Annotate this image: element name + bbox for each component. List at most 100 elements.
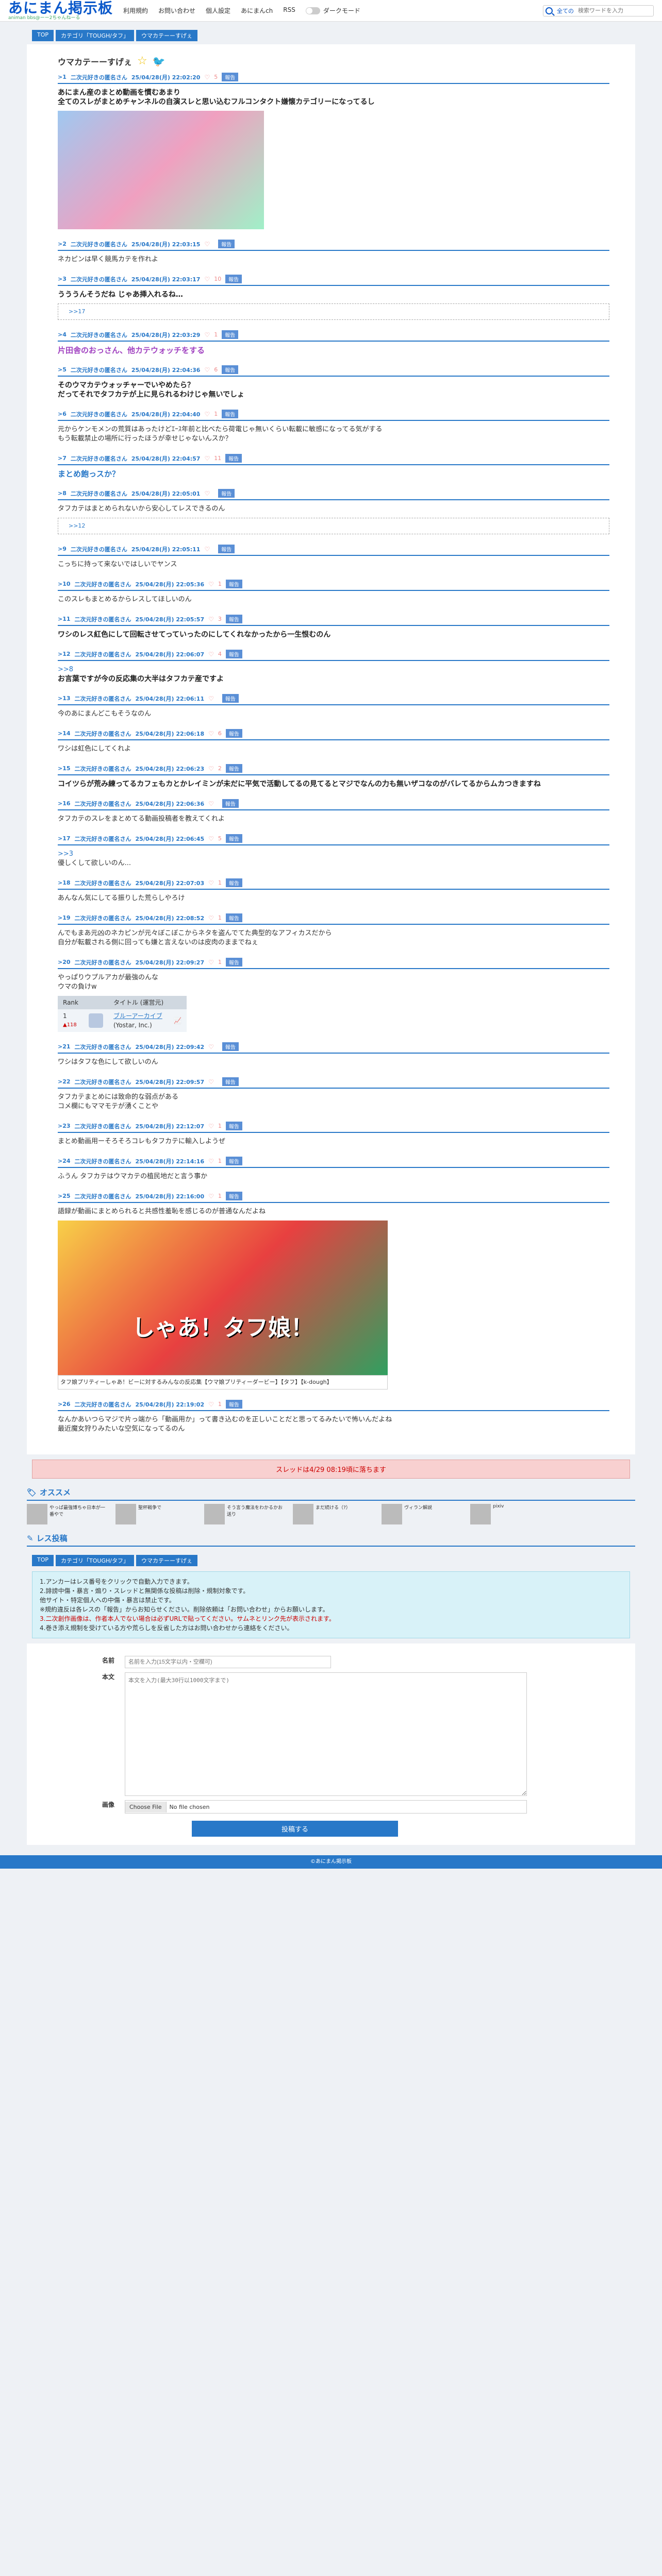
report-button[interactable]: 報告 [222,73,239,81]
post-image[interactable] [58,111,264,229]
post-number[interactable]: >10 [58,581,71,587]
report-button[interactable]: 報告 [222,330,239,339]
logo-text[interactable]: あにまん掲示板 [8,1,113,15]
nav-link-3[interactable]: あにまんch [241,6,273,15]
submit-button[interactable]: 投稿する [192,1821,398,1837]
site-logo[interactable]: あにまん掲示板 animan bbs@ーー2ちゃんねーる [8,1,113,21]
recommend-thumb[interactable] [204,1504,225,1524]
choose-file-button[interactable]: Choose File [125,1801,167,1812]
post-number[interactable]: >5 [58,366,67,373]
anchor-link[interactable]: >>8 [58,665,609,674]
heart-icon[interactable]: ♡ [208,695,214,702]
body-textarea[interactable] [125,1672,527,1796]
toggle-switch[interactable] [305,7,320,14]
post-number[interactable]: >22 [58,1078,71,1085]
heart-icon[interactable]: ♡ [208,1123,214,1130]
heart-icon[interactable]: ♡ [208,651,214,658]
report-button[interactable]: 報告 [225,834,242,843]
report-button[interactable]: 報告 [225,729,242,738]
report-button[interactable]: 報告 [222,799,239,808]
breadcrumb-item[interactable]: TOP [32,30,54,41]
report-button[interactable]: 報告 [225,454,242,463]
search-icon[interactable] [545,7,553,14]
heart-icon[interactable]: ♡ [208,959,214,966]
recommend-text[interactable]: まだ続ける（?） [316,1504,351,1524]
recommend-thumb[interactable] [115,1504,136,1524]
post-number[interactable]: >7 [58,455,67,462]
report-button[interactable]: 報告 [222,1042,239,1051]
heart-icon[interactable]: ♡ [208,730,214,737]
search-scope-select[interactable]: 全ての [555,7,576,15]
twitter-share-icon[interactable]: 🐦 [153,55,166,67]
recommend-text[interactable]: やっぱ最強博ちゃ日本が一番やで [49,1504,109,1524]
heart-icon[interactable]: ♡ [208,1043,214,1050]
report-button[interactable]: 報告 [222,410,239,418]
heart-icon[interactable]: ♡ [208,800,214,807]
post-number[interactable]: >16 [58,800,71,807]
report-button[interactable]: 報告 [225,878,242,887]
breadcrumb-item[interactable]: カテゴリ「TOUGH/タフ」 [56,1555,134,1566]
recommend-thumb[interactable] [382,1504,402,1524]
anchor-link[interactable]: >>3 [58,850,609,859]
heart-icon[interactable]: ♡ [204,411,210,418]
nav-link-2[interactable]: 個人設定 [206,6,230,15]
report-button[interactable]: 報告 [225,1192,242,1200]
breadcrumb-item[interactable]: ウマカテーーすげぇ [136,1555,197,1566]
heart-icon[interactable]: ♡ [208,581,214,588]
image-caption[interactable]: タフ娘プリティーしゃあ！ビーに対するみんなの反応集【ウマ娘プリティーダービー】【… [58,1375,388,1389]
recommend-item[interactable]: 聖杯戦争で [115,1504,198,1524]
heart-icon[interactable]: ♡ [208,1158,214,1165]
heart-icon[interactable]: ♡ [208,914,214,922]
heart-icon[interactable]: ♡ [208,1401,214,1408]
recommend-thumb[interactable] [27,1504,47,1524]
report-button[interactable]: 報告 [225,958,242,967]
report-button[interactable]: 報告 [218,240,235,248]
nav-link-0[interactable]: 利用規約 [123,6,148,15]
recommend-thumb[interactable] [470,1504,491,1524]
search-input[interactable] [576,7,653,15]
heart-icon[interactable]: ♡ [204,546,210,553]
post-number[interactable]: >1 [58,74,67,80]
report-button[interactable]: 報告 [218,489,235,498]
recommend-text[interactable]: 聖杯戦争で [138,1504,161,1524]
recommend-text[interactable]: そう言う魔法をわかるかお送り [227,1504,287,1524]
chart-icon[interactable]: 📈 [174,1017,181,1024]
recommend-item[interactable]: やっぱ最強博ちゃ日本が一番やで [27,1504,109,1524]
post-number[interactable]: >21 [58,1043,71,1050]
report-button[interactable]: 報告 [222,1077,239,1086]
reply-reference[interactable]: >>17 [58,303,609,320]
breadcrumb-item[interactable]: TOP [32,1555,54,1566]
recommend-text[interactable]: pixiv [493,1504,504,1524]
post-number[interactable]: >8 [58,490,67,497]
breadcrumb-item[interactable]: ウマカテーーすげぇ [136,30,197,41]
post-number[interactable]: >14 [58,730,71,737]
post-number[interactable]: >12 [58,651,71,657]
breadcrumb-item[interactable]: カテゴリ「TOUGH/タフ」 [56,30,134,41]
report-button[interactable]: 報告 [225,1157,242,1165]
post-number[interactable]: >18 [58,879,71,886]
recommend-text[interactable]: ヴィラン解説 [404,1504,432,1524]
heart-icon[interactable]: ♡ [204,241,210,248]
name-input[interactable] [125,1656,331,1668]
post-number[interactable]: >13 [58,695,71,702]
heart-icon[interactable]: ♡ [204,276,210,283]
post-number[interactable]: >6 [58,411,67,417]
heart-icon[interactable]: ♡ [204,331,210,338]
report-button[interactable]: 報告 [222,365,239,374]
recommend-item[interactable]: まだ続ける（?） [293,1504,375,1524]
nav-link-4[interactable]: RSS [283,6,295,15]
post-number[interactable]: >23 [58,1123,71,1129]
nav-link-1[interactable]: お問い合わせ [158,6,195,15]
heart-icon[interactable]: ♡ [208,765,214,772]
report-button[interactable]: 報告 [222,694,239,703]
report-button[interactable]: 報告 [225,1400,242,1409]
heart-icon[interactable]: ♡ [208,616,214,623]
heart-icon[interactable]: ♡ [208,835,214,842]
post-number[interactable]: >15 [58,765,71,772]
recommend-thumb[interactable] [293,1504,313,1524]
post-number[interactable]: >11 [58,616,71,622]
report-button[interactable]: 報告 [225,275,242,283]
post-number[interactable]: >9 [58,546,67,552]
recommend-item[interactable]: そう言う魔法をわかるかお送り [204,1504,287,1524]
file-input[interactable]: Choose File No file chosen [125,1800,527,1814]
